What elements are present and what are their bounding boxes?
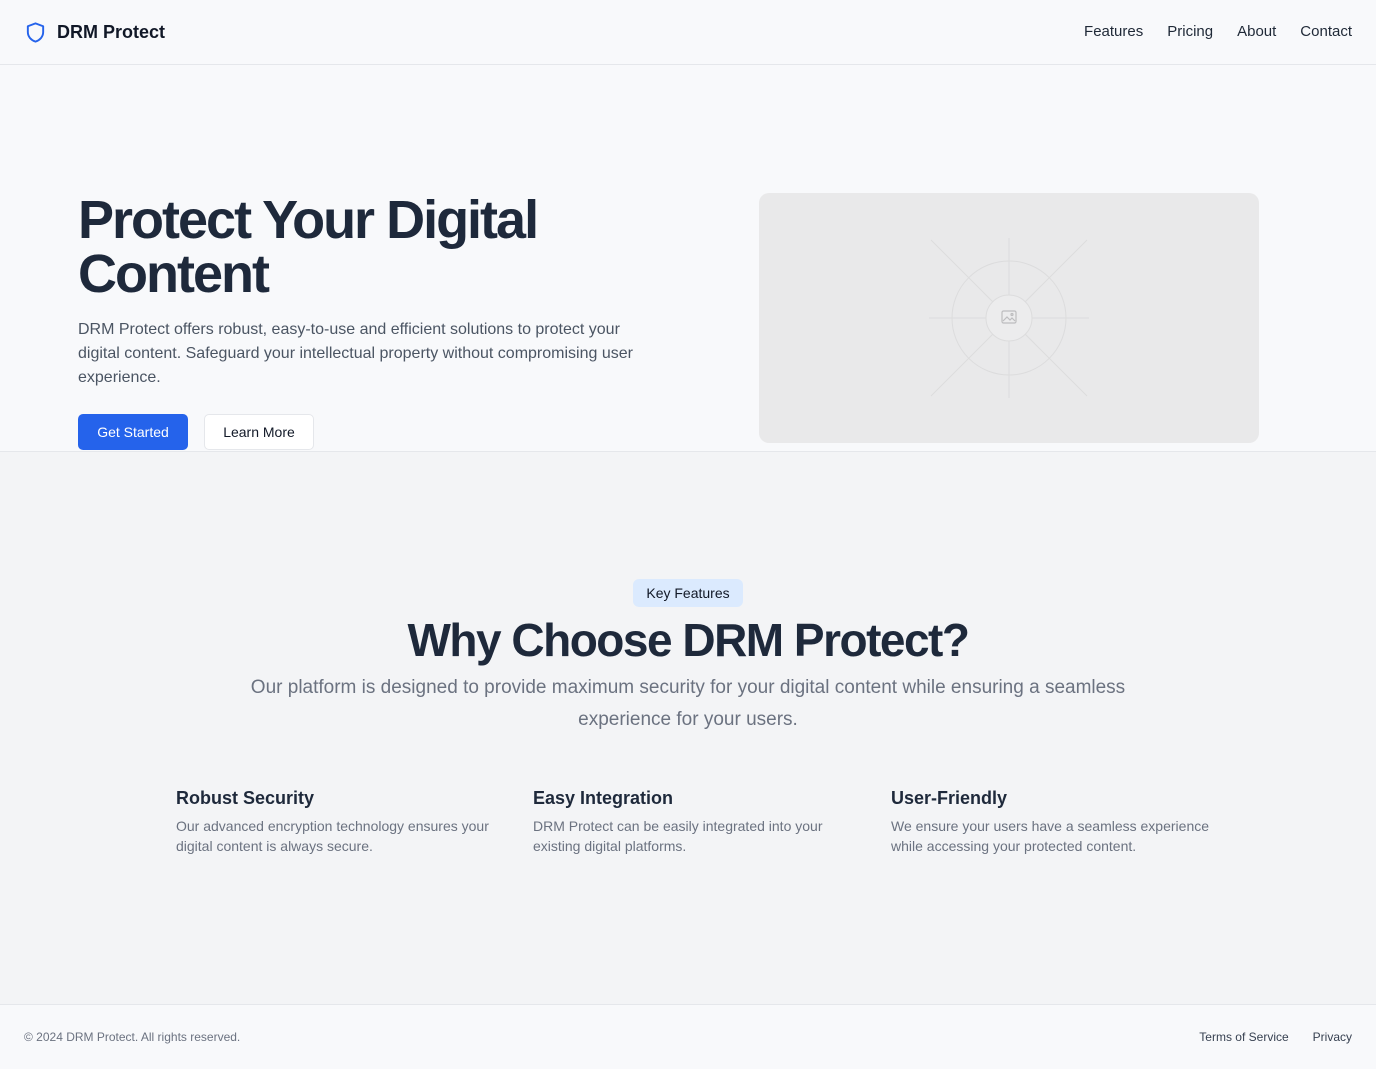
hero-image-placeholder [759,193,1259,443]
site-footer: © 2024 DRM Protect. All rights reserved.… [0,1004,1376,1069]
feature-card-user-friendly: User-Friendly We ensure your users have … [891,786,1211,856]
get-started-button[interactable]: Get Started [78,414,188,450]
feature-title: Robust Security [176,788,315,808]
nav-link-features[interactable]: Features [1084,21,1143,43]
feature-description: DRM Protect can be easily integrated int… [533,818,823,854]
hero-title: Protect Your Digital Content [78,190,539,304]
privacy-link[interactable]: Privacy [1313,1029,1352,1045]
section-title: Why Choose DRM Protect? [407,614,970,666]
hero-description: DRM Protect offers robust, easy-to-use a… [78,321,633,386]
feature-title: Easy Integration [533,788,674,808]
hero-section: Protect Your Digital Content DRM Protect… [0,65,1376,451]
feature-description: Our advanced encryption technology ensur… [176,818,489,854]
section-description: Our platform is designed to provide maxi… [250,677,1126,730]
key-features-badge: Key Features [633,579,743,607]
feature-title: User-Friendly [891,788,1008,808]
features-section: Key Features Why Choose DRM Protect? Our… [0,451,1376,1004]
learn-more-button[interactable]: Learn More [204,414,314,450]
nav-link-about[interactable]: About [1237,21,1276,43]
footer-nav: Terms of Service Privacy [1199,1029,1352,1045]
copyright-text: © 2024 DRM Protect. All rights reserved. [24,1030,241,1044]
nav-link-contact[interactable]: Contact [1300,21,1352,43]
brand-link[interactable]: DRM Protect [24,18,165,46]
image-placeholder-icon [929,238,1089,398]
terms-of-service-link[interactable]: Terms of Service [1199,1029,1288,1045]
main-nav: Features Pricing About Contact [1084,21,1352,43]
shield-icon [26,21,45,43]
feature-card-integration: Easy Integration DRM Protect can be easi… [533,786,853,856]
feature-description: We ensure your users have a seamless exp… [891,818,1210,854]
brand-name: DRM Protect [57,21,166,42]
site-header: DRM Protect Features Pricing About Conta… [0,0,1376,65]
feature-card-security: Robust Security Our advanced encryption … [176,786,496,856]
nav-link-pricing[interactable]: Pricing [1167,21,1213,43]
